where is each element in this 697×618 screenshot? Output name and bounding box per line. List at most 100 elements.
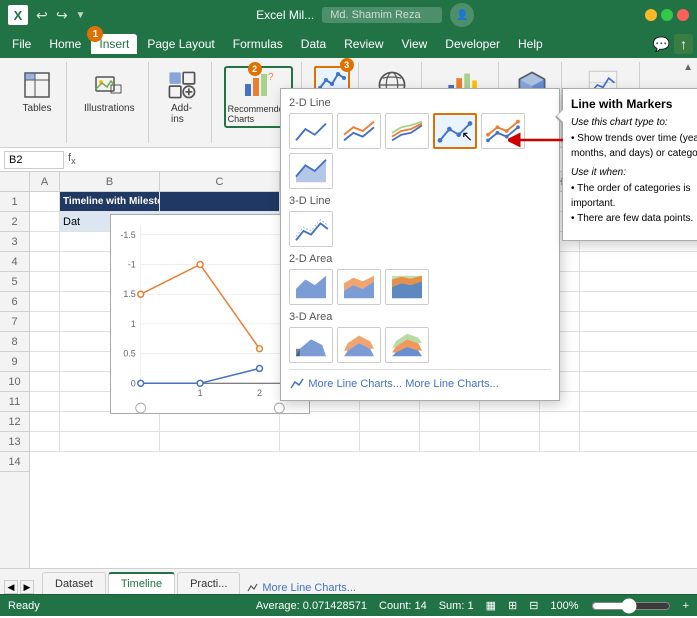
user-avatar[interactable]: 👤 (450, 3, 474, 27)
undo-button[interactable]: ↩ (36, 7, 48, 24)
svg-text:1: 1 (131, 319, 136, 329)
sheet-tab-next[interactable]: ▶ (20, 580, 34, 594)
row-header-4[interactable]: 4 (0, 252, 29, 272)
row-header-2[interactable]: 2 (0, 212, 29, 232)
cell-a1[interactable] (30, 192, 60, 211)
svg-text:-1.5: -1.5 (120, 230, 135, 240)
row-header-11[interactable]: 11 (0, 392, 29, 412)
svg-text:1: 1 (198, 388, 203, 398)
view-page-icon[interactable]: ⊞ (508, 599, 517, 612)
addins-label: Add-ins (171, 103, 192, 125)
illustrations-button[interactable]: Illustrations (79, 66, 140, 117)
sheet-tabs: ◀ ▶ Dataset Timeline Practi... More Line… (0, 568, 697, 594)
cell-a2[interactable] (30, 212, 60, 231)
svg-text:0: 0 (131, 378, 136, 388)
badge-rec-charts: 2 (248, 62, 262, 76)
addins-button[interactable]: Add-ins (161, 66, 203, 128)
menu-data[interactable]: Data (293, 34, 334, 54)
chart-line-markers[interactable]: ↖ (433, 113, 477, 149)
zoom-in-icon[interactable]: + (683, 600, 689, 612)
cell-b1[interactable]: Timeline with Milesto... (60, 192, 160, 211)
tooltip-use-for-label: Use this chart type to: (571, 117, 697, 128)
tables-button[interactable]: Tables (16, 66, 58, 117)
menu-view[interactable]: View (394, 34, 436, 54)
view-normal-icon[interactable]: ▦ (486, 599, 496, 612)
table-row (30, 432, 697, 452)
chart-line-basic[interactable] (289, 113, 333, 149)
chart-area-stacked[interactable] (337, 269, 381, 305)
more-line-charts-link[interactable]: More Line Charts... (308, 378, 402, 390)
cell-c1[interactable] (160, 192, 280, 211)
menu-review[interactable]: Review (336, 34, 391, 54)
row-header-3[interactable]: 3 (0, 232, 29, 252)
more-charts-icon (289, 376, 305, 392)
chart-3d-line[interactable] (289, 211, 333, 247)
menu-bar: File Home Insert 1 Page Layout Formulas … (0, 30, 697, 58)
sheet-tab-timeline[interactable]: Timeline (108, 572, 175, 594)
more-line-charts-label[interactable]: More Line Charts... (405, 378, 499, 390)
chart-row-3d-line (289, 211, 551, 247)
sheet-tab-prev[interactable]: ◀ (4, 580, 18, 594)
section-2d-line: 2-D Line (289, 97, 551, 109)
row-header-12[interactable]: 12 (0, 412, 29, 432)
minimize-button[interactable] (645, 9, 657, 21)
row-header-5[interactable]: 5 (0, 272, 29, 292)
chart-area-100[interactable] (385, 269, 429, 305)
menu-help[interactable]: Help (510, 34, 551, 54)
more-sheets-label[interactable]: More Line Charts... (262, 582, 356, 594)
chart-3d-area-basic[interactable] (289, 327, 333, 363)
chart-3d-area-100[interactable] (385, 327, 429, 363)
tables-label: Tables (23, 103, 52, 114)
col-a-header[interactable]: A (30, 172, 60, 192)
row-header-13[interactable]: 13 (0, 432, 29, 452)
svg-text:2: 2 (257, 388, 262, 398)
window-controls (645, 9, 689, 21)
svg-text:?: ? (268, 72, 274, 83)
row-header-7[interactable]: 7 (0, 312, 29, 332)
row-header-14[interactable]: 14 (0, 452, 29, 472)
sheet-tab-practi[interactable]: Practi... (177, 572, 240, 594)
tooltip-arrow-inner (557, 109, 564, 123)
chart-row-2d-line-2 (289, 153, 551, 189)
menu-formulas[interactable]: Formulas (225, 34, 291, 54)
menu-insert[interactable]: Insert 1 (91, 34, 137, 54)
menu-page-layout[interactable]: Page Layout (139, 34, 222, 54)
ribbon-collapse-button[interactable]: ▲ (683, 62, 693, 73)
more-sheets-link[interactable]: More Line Charts... (246, 582, 356, 594)
row-header-6[interactable]: 6 (0, 292, 29, 312)
svg-text:-1: -1 (128, 259, 136, 269)
chart-tooltip: Line with Markers Use this chart type to… (562, 88, 697, 241)
formula-bar-function-icon[interactable]: fx (68, 152, 76, 166)
title-bar: X ↩ ↩ ▼ Excel Mil... 👤 (0, 0, 697, 30)
section-2d-area: 2-D Area (289, 253, 551, 265)
zoom-slider[interactable] (591, 598, 671, 614)
col-c-header[interactable]: C (160, 172, 280, 192)
row-header-8[interactable]: 8 (0, 332, 29, 352)
maximize-button[interactable] (661, 9, 673, 21)
cell-a3[interactable] (30, 232, 60, 251)
row-headers: 1 2 3 4 5 6 7 8 9 10 11 12 13 14 (0, 172, 30, 568)
chart-3d-area-stacked[interactable] (337, 327, 381, 363)
chart-line-stacked[interactable] (337, 113, 381, 149)
chart-line-area[interactable] (289, 153, 333, 189)
chart-area-basic[interactable] (289, 269, 333, 305)
close-button[interactable] (677, 9, 689, 21)
share-icon[interactable]: ↑ (674, 34, 693, 54)
ribbon-group-illustrations: Illustrations (71, 62, 149, 143)
search-input[interactable] (322, 7, 442, 23)
svg-text:0.5: 0.5 (123, 349, 135, 359)
collapse-ribbon-icon[interactable]: 💬 (653, 36, 670, 53)
sheet-tab-dataset[interactable]: Dataset (42, 572, 106, 594)
view-break-icon[interactable]: ⊟ (529, 599, 538, 612)
row-header-9[interactable]: 9 (0, 352, 29, 372)
row-header-1[interactable]: 1 (0, 192, 29, 212)
chart-line-100[interactable] (385, 113, 429, 149)
row-header-10[interactable]: 10 (0, 372, 29, 392)
col-b-header[interactable]: B (60, 172, 160, 192)
redo-button[interactable]: ↩ (56, 7, 68, 24)
file-title: Excel Mil... (256, 8, 314, 22)
menu-home[interactable]: Home (41, 34, 89, 54)
name-box[interactable] (4, 151, 64, 169)
menu-developer[interactable]: Developer (437, 34, 508, 54)
menu-file[interactable]: File (4, 34, 39, 54)
